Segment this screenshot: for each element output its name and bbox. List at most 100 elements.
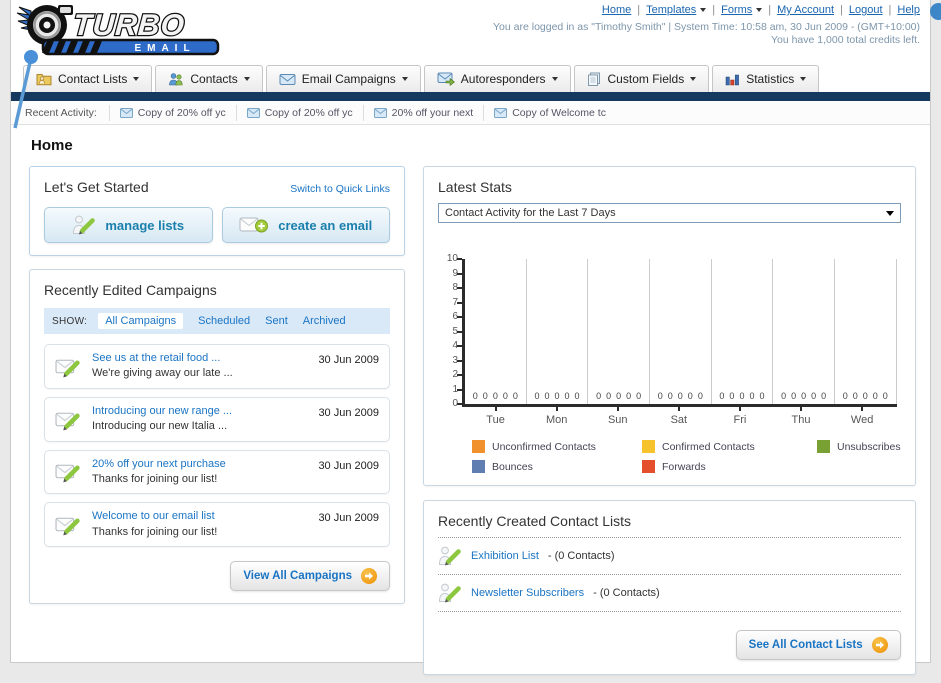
- envelope-icon: [373, 107, 387, 118]
- contact-list-link[interactable]: Exhibition List: [471, 550, 539, 562]
- chevron-down-icon: [700, 8, 707, 12]
- bar-value-label: 0: [482, 391, 488, 401]
- chart-day-group: 00000: [835, 259, 897, 404]
- create-email-button[interactable]: create an email: [221, 207, 390, 243]
- header: TURBO EMAIL Home | Templates | Forms | M…: [11, 0, 941, 129]
- recent-activity-item[interactable]: Copy of 20% off yc: [235, 104, 363, 121]
- campaign-row: Introducing our new range ... Introducing…: [44, 396, 390, 442]
- recent-activity-item[interactable]: Copy of Welcome tc: [483, 104, 616, 121]
- stats-dropdown[interactable]: Contact Activity for the Last 7 Days: [438, 203, 901, 223]
- bar-value-label: 0: [492, 391, 498, 401]
- person-pencil-icon: [438, 583, 461, 603]
- chart-plot: 00000000000000000000000000000000000: [457, 258, 897, 407]
- tab-statistics[interactable]: Statistics: [712, 65, 820, 92]
- logo-graphic: TURBO EMAIL: [16, 5, 220, 56]
- page-title: Home: [31, 137, 73, 154]
- manage-lists-label: manage lists: [105, 217, 185, 233]
- person-pencil-icon: [438, 546, 461, 566]
- filter-sent[interactable]: Sent: [265, 315, 288, 327]
- view-all-campaigns-button[interactable]: View All Campaigns: [230, 561, 390, 592]
- people-icon: [169, 73, 183, 86]
- chevron-down-icon: [551, 77, 558, 81]
- filter-archived[interactable]: Archived: [303, 315, 346, 327]
- bar-value-label: 0: [534, 391, 540, 401]
- person-pencil-icon: [73, 215, 96, 235]
- bar-value-label: 0: [544, 391, 550, 401]
- campaign-filter-bar: SHOW: All Campaigns Scheduled Sent Archi…: [44, 308, 390, 334]
- switch-quick-links[interactable]: Switch to Quick Links: [290, 183, 390, 195]
- tab-custom-fields[interactable]: Custom Fields: [573, 65, 710, 92]
- bar-value-label: 0: [872, 391, 878, 401]
- chart-groups: 00000000000000000000000000000000000: [465, 259, 897, 404]
- chart-day-group: 00000: [712, 259, 774, 404]
- bar-value-label: 0: [564, 391, 570, 401]
- chart-x-labels: Tue Mon Sun Sat Fri Thu Wed: [465, 407, 893, 426]
- y-tick-mark: [457, 388, 462, 391]
- help-bubble-icon[interactable]: [930, 3, 941, 20]
- tab-autoresponders[interactable]: Autoresponders: [423, 65, 571, 92]
- separator: |: [637, 4, 641, 16]
- recent-activity-item[interactable]: 20% off your next: [362, 104, 484, 121]
- y-tick-label: 9: [452, 267, 458, 279]
- x-tick-label: Mon: [526, 407, 587, 426]
- campaign-link[interactable]: See us at the retail food ...: [92, 351, 308, 366]
- tab-label: Contacts: [190, 72, 238, 86]
- bar-value-label: 0: [781, 391, 787, 401]
- contact-list: Exhibition List - (0 Contacts) Newslette…: [438, 537, 901, 612]
- bar-chart-icon: [725, 74, 740, 85]
- link-home[interactable]: Home: [602, 4, 631, 16]
- campaigns-title: Recently Edited Campaigns: [44, 282, 217, 298]
- tab-contact-lists[interactable]: Contact Lists: [23, 65, 153, 92]
- chevron-down-icon: [133, 77, 140, 81]
- x-tick-label: Fri: [709, 407, 770, 426]
- link-templates[interactable]: Templates: [646, 4, 707, 16]
- show-label: SHOW:: [52, 315, 88, 327]
- link-forms[interactable]: Forms: [721, 4, 763, 16]
- bar-value-label: 0: [791, 391, 797, 401]
- envelope-pencil-icon: [55, 517, 80, 536]
- campaign-link[interactable]: 20% off your next purchase: [92, 457, 308, 472]
- campaign-link[interactable]: Welcome to our email list: [92, 509, 308, 524]
- campaign-date: 30 Jun 2009: [318, 512, 379, 525]
- link-help[interactable]: Help: [897, 4, 920, 16]
- contact-list-row: Newsletter Subscribers - (0 Contacts): [438, 575, 901, 612]
- logo-title: TURBO: [72, 9, 186, 42]
- separator: |: [768, 4, 772, 16]
- chevron-down-icon: [401, 77, 408, 81]
- bar-value-label: 0: [667, 391, 673, 401]
- chart-day-group: 00000: [773, 259, 835, 404]
- campaign-date: 30 Jun 2009: [318, 406, 379, 419]
- chart-legend: Unconfirmed Contacts Confirmed Contacts …: [472, 440, 901, 473]
- chart-y-axis: 0 1 2 3 4 5 6 7 8 9 10: [440, 254, 462, 409]
- tab-contacts[interactable]: Contacts: [155, 65, 263, 92]
- envelope-pencil-icon: [55, 359, 80, 378]
- campaign-subtitle: We're giving away our late ...: [92, 367, 233, 380]
- y-tick-mark: [457, 258, 462, 260]
- y-tick-label: 6: [452, 311, 458, 322]
- manage-lists-button[interactable]: manage lists: [44, 207, 213, 243]
- chevron-down-icon: [690, 77, 697, 81]
- filter-all-campaigns[interactable]: All Campaigns: [98, 313, 184, 329]
- link-my-account[interactable]: My Account: [777, 4, 834, 16]
- filter-scheduled[interactable]: Scheduled: [198, 315, 250, 327]
- y-tick-mark: [457, 330, 462, 333]
- link-logout[interactable]: Logout: [849, 4, 883, 16]
- contact-list-link[interactable]: Newsletter Subscribers: [471, 587, 584, 599]
- bar-value-label: 0: [739, 391, 745, 401]
- chevron-down-icon: [243, 77, 250, 81]
- bar-value-label: 0: [502, 391, 508, 401]
- tab-email-campaigns[interactable]: Email Campaigns: [265, 65, 421, 92]
- campaign-link[interactable]: Introducing our new range ...: [92, 404, 308, 419]
- campaign-row: Welcome to our email list Thanks for join…: [44, 502, 390, 548]
- recent-activity-item[interactable]: Copy of 20% off yc: [108, 104, 236, 121]
- main-content: Home Let's Get Started Switch to Quick L…: [11, 125, 930, 675]
- campaign-row: See us at the retail food ... We're givin…: [44, 344, 390, 389]
- see-all-contact-lists-button[interactable]: See All Contact Lists: [735, 630, 901, 660]
- legend-swatch: [642, 460, 655, 473]
- navy-divider-bar: [11, 92, 930, 101]
- y-tick-mark: [457, 345, 462, 347]
- credits-info: You have 1,000 total credits left.: [770, 34, 920, 46]
- arrow-right-icon: [361, 568, 377, 585]
- chevron-down-icon: [756, 8, 763, 12]
- campaign-list: See us at the retail food ... We're givin…: [44, 344, 390, 548]
